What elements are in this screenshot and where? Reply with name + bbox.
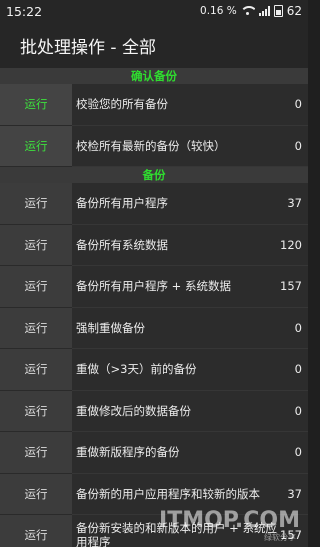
item-description: 重做（>3天）前的备份 xyxy=(76,362,197,377)
battery-icon xyxy=(273,5,283,17)
status-icons: 0.16 % 62 xyxy=(200,4,302,18)
section-header-backup: 备份 xyxy=(0,167,308,183)
item-count: 0 xyxy=(294,403,302,418)
list-item: 运行 备份所有用户程序 + 系统数据 157 xyxy=(0,266,308,308)
list-item: 运行 校验您的所有备份 0 xyxy=(0,84,308,126)
list-item-body[interactable]: 重做新版程序的备份 0 xyxy=(72,432,308,474)
item-count: 157 xyxy=(280,279,302,294)
run-button[interactable]: 运行 xyxy=(0,183,72,225)
list-item: 运行 重做新版程序的备份 0 xyxy=(0,432,308,474)
item-count: 0 xyxy=(294,445,302,460)
item-description: 备份所有用户程序 xyxy=(76,196,168,211)
list-item: 运行 强制重做备份 0 xyxy=(0,307,308,349)
batch-list: 确认备份 运行 校验您的所有备份 0 运行 校检所有最新的备份（较快） 0 备份… xyxy=(0,68,308,547)
item-description: 强制重做备份 xyxy=(76,320,145,335)
list-item-body[interactable]: 备份所有用户程序 + 系统数据 157 xyxy=(72,266,308,308)
watermark-logo: ITMOP.COM 绿软分享 xyxy=(159,508,300,542)
network-speed: 0.16 % xyxy=(200,5,237,17)
watermark-subtext: 绿软分享 xyxy=(264,533,296,542)
item-description: 重做新版程序的备份 xyxy=(76,445,180,460)
wifi-icon xyxy=(240,6,255,16)
list-item-body[interactable]: 校检所有最新的备份（较快） 0 xyxy=(72,125,308,167)
item-count: 37 xyxy=(287,196,302,211)
list-item-body[interactable]: 重做修改后的数据备份 0 xyxy=(72,390,308,432)
list-item: 运行 重做修改后的数据备份 0 xyxy=(0,390,308,432)
signal-icon xyxy=(258,6,270,16)
page-title-bar: 批处理操作 - 全部 xyxy=(0,22,308,68)
list-item-body[interactable]: 强制重做备份 0 xyxy=(72,307,308,349)
run-button[interactable]: 运行 xyxy=(0,307,72,349)
item-description: 备份所有系统数据 xyxy=(76,237,168,252)
run-button[interactable]: 运行 xyxy=(0,515,72,547)
list-item: 运行 校检所有最新的备份（较快） 0 xyxy=(0,125,308,167)
list-item: 运行 备份所有系统数据 120 xyxy=(0,224,308,266)
item-description: 备份新的用户应用程序和较新的版本 xyxy=(76,486,260,501)
list-item-body[interactable]: 备份所有系统数据 120 xyxy=(72,224,308,266)
run-button[interactable]: 运行 xyxy=(0,390,72,432)
page-title: 批处理操作 - 全部 xyxy=(20,37,156,58)
list-item-body[interactable]: 备份所有用户程序 37 xyxy=(72,183,308,225)
item-count: 0 xyxy=(294,138,302,153)
item-description: 校验您的所有备份 xyxy=(76,97,168,112)
run-button[interactable]: 运行 xyxy=(0,125,72,167)
status-bar: 15:22 0.16 % 62 xyxy=(0,0,308,22)
run-button[interactable]: 运行 xyxy=(0,84,72,126)
item-count: 120 xyxy=(280,237,302,252)
run-button[interactable]: 运行 xyxy=(0,224,72,266)
run-button[interactable]: 运行 xyxy=(0,349,72,391)
item-description: 备份所有用户程序 + 系统数据 xyxy=(76,279,231,294)
run-button[interactable]: 运行 xyxy=(0,266,72,308)
status-time: 15:22 xyxy=(6,3,43,19)
watermark-text: ITMOP.COM xyxy=(159,508,300,533)
item-count: 37 xyxy=(287,486,302,501)
run-button[interactable]: 运行 xyxy=(0,473,72,515)
list-item: 运行 备份所有用户程序 37 xyxy=(0,183,308,225)
list-item-body[interactable]: 校验您的所有备份 0 xyxy=(72,84,308,126)
section-header-verify: 确认备份 xyxy=(0,68,308,84)
item-description: 重做修改后的数据备份 xyxy=(76,403,191,418)
list-item-body[interactable]: 重做（>3天）前的备份 0 xyxy=(72,349,308,391)
item-count: 0 xyxy=(294,97,302,112)
list-item: 运行 重做（>3天）前的备份 0 xyxy=(0,349,308,391)
run-button[interactable]: 运行 xyxy=(0,432,72,474)
item-description: 校检所有最新的备份（较快） xyxy=(76,138,226,153)
battery-level: 62 xyxy=(286,4,302,18)
item-count: 0 xyxy=(294,320,302,335)
item-count: 0 xyxy=(294,362,302,377)
